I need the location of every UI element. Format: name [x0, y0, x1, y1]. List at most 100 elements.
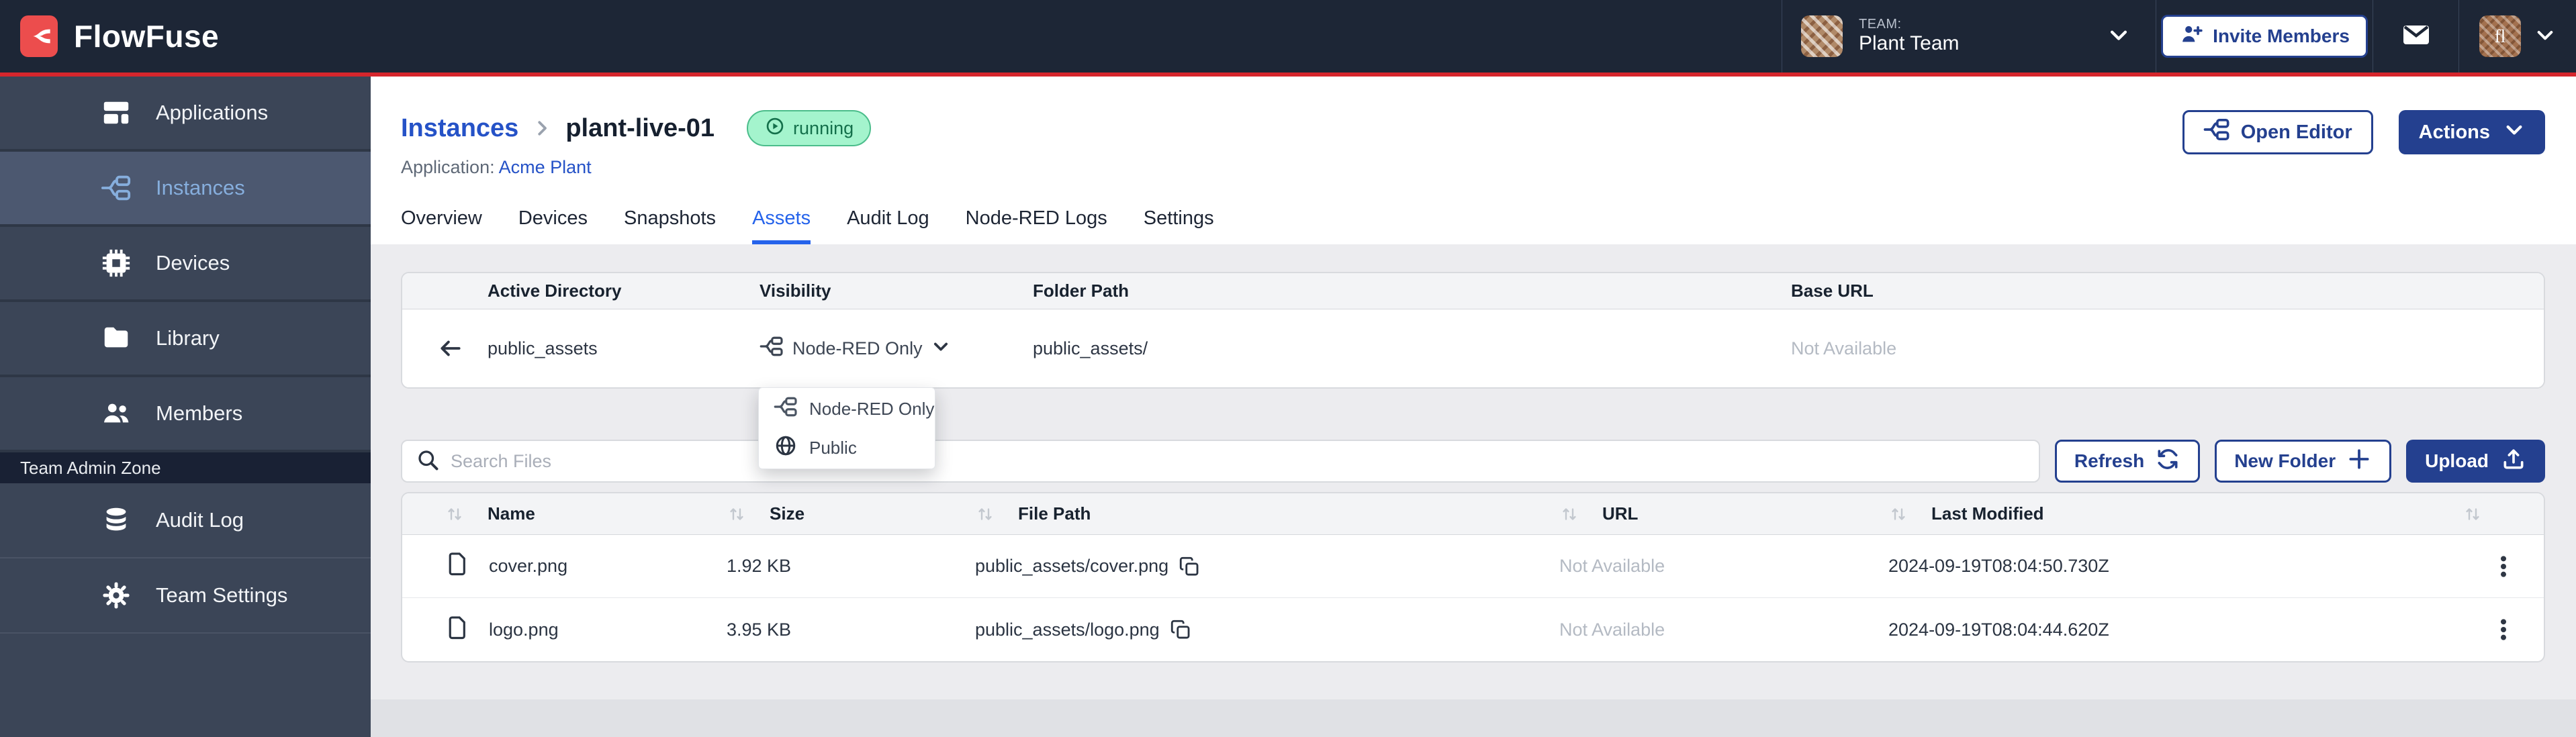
refresh-button[interactable]: Refresh: [2055, 440, 2200, 483]
file-path-cell: public_assets/logo.png: [975, 618, 1559, 641]
search-icon: [416, 448, 440, 475]
col-active-directory: Active Directory: [488, 281, 760, 301]
visibility-value: Node-RED Only: [792, 338, 923, 359]
col-actions[interactable]: [2463, 504, 2544, 524]
user-plus-icon: [2179, 22, 2203, 51]
kebab-menu-icon[interactable]: [2490, 553, 2517, 580]
actions-label: Actions: [2419, 121, 2490, 144]
kebab-menu-icon[interactable]: [2490, 616, 2517, 643]
file-name: cover.png: [489, 556, 567, 577]
play-circle-icon: [764, 115, 786, 142]
sidebar-item-audit-log[interactable]: Audit Log: [0, 483, 371, 558]
brand-name: FlowFuse: [74, 18, 219, 54]
sort-icon[interactable]: [2463, 504, 2483, 524]
col-name[interactable]: Name: [445, 503, 727, 524]
sidebar-item-applications[interactable]: Applications: [0, 77, 371, 152]
col-file-path[interactable]: File Path: [975, 503, 1559, 524]
actions-button[interactable]: Actions: [2399, 110, 2545, 154]
dropdown-option-label: Node-RED Only: [809, 399, 934, 420]
team-meta: TEAM: Plant Team: [1859, 17, 1960, 56]
files-toolbar: Refresh New Folder Upload: [401, 440, 2545, 483]
team-admin-zone-band: Team Admin Zone: [0, 452, 371, 483]
col-size[interactable]: Size: [727, 503, 975, 524]
globe-icon: [774, 434, 798, 462]
copy-icon[interactable]: [1178, 555, 1201, 578]
audit-log-icon: [101, 505, 132, 536]
page-title: plant-live-01: [565, 114, 715, 143]
team-selector[interactable]: TEAM: Plant Team: [1782, 0, 2156, 72]
visibility-select[interactable]: Node-RED Only: [760, 334, 1033, 363]
application-link[interactable]: Acme Plant: [499, 157, 592, 177]
flow-icon: [2203, 116, 2230, 148]
flow-icon: [760, 334, 784, 363]
chevron-down-icon[interactable]: [2534, 24, 2556, 49]
tab-overview[interactable]: Overview: [401, 207, 482, 244]
table-row[interactable]: logo.png 3.95 KB public_assets/logo.png …: [402, 598, 2544, 661]
sidebar-item-label: Instances: [156, 176, 245, 200]
team-avatar: [1801, 15, 1843, 57]
sidebar-item-label: Applications: [156, 101, 268, 125]
team-admin-zone-label: Team Admin Zone: [20, 458, 161, 479]
new-folder-button[interactable]: New Folder: [2215, 440, 2391, 483]
sidebar-item-devices[interactable]: Devices: [0, 227, 371, 302]
sidebar-item-team-settings[interactable]: Team Settings: [0, 558, 371, 634]
team-name: Plant Team: [1859, 32, 1960, 56]
chevron-down-icon: [931, 337, 950, 360]
team-label: TEAM:: [1859, 17, 1960, 32]
col-url[interactable]: URL: [1559, 503, 1888, 524]
invite-members-label: Invite Members: [2213, 26, 2350, 47]
assets-panel: Active Directory Visibility Folder Path …: [371, 244, 2576, 737]
sidebar-item-label: Devices: [156, 251, 230, 275]
sidebar-item-label: Audit Log: [156, 508, 244, 532]
sort-icon[interactable]: [445, 504, 465, 524]
sidebar-item-label: Library: [156, 326, 220, 350]
copy-icon[interactable]: [1169, 618, 1192, 641]
upload-icon: [2501, 446, 2526, 477]
col-base-url: Base URL: [1791, 281, 2544, 301]
notifications-button[interactable]: [2373, 0, 2458, 72]
directory-row: public_assets Node-RED Only public_asset…: [402, 309, 2544, 387]
sidebar-item-members[interactable]: Members: [0, 377, 371, 452]
dropdown-option-public[interactable]: Public: [759, 428, 935, 467]
col-last-modified[interactable]: Last Modified: [1888, 503, 2463, 524]
tab-assets[interactable]: Assets: [752, 207, 811, 244]
file-name-cell: cover.png: [445, 551, 727, 581]
sort-icon[interactable]: [975, 504, 995, 524]
col-label: URL: [1602, 503, 1638, 524]
status-label: running: [793, 118, 854, 139]
chevron-down-icon[interactable]: [2107, 23, 2130, 50]
tab-devices[interactable]: Devices: [518, 207, 588, 244]
sort-icon[interactable]: [727, 504, 747, 524]
library-icon: [101, 323, 132, 354]
user-avatar: fl: [2479, 15, 2521, 57]
dropdown-option-node-red-only[interactable]: Node-RED Only: [759, 389, 935, 428]
files-table-card: Name Size File Path URL: [401, 492, 2545, 662]
sidebar-item-library[interactable]: Library: [0, 302, 371, 377]
sort-icon[interactable]: [1888, 504, 1908, 524]
plus-icon: [2346, 446, 2372, 477]
tab-audit-log[interactable]: Audit Log: [847, 207, 929, 244]
search-input[interactable]: [451, 451, 2025, 472]
tab-snapshots[interactable]: Snapshots: [624, 207, 716, 244]
tab-settings[interactable]: Settings: [1144, 207, 1214, 244]
application-line: Application: Acme Plant: [401, 157, 2545, 178]
main-content: Instances plant-live-01 running Applicat…: [371, 77, 2576, 737]
sort-icon[interactable]: [1559, 504, 1579, 524]
file-name-cell: logo.png: [445, 615, 727, 645]
col-visibility: Visibility: [760, 281, 1033, 301]
breadcrumb-instances-link[interactable]: Instances: [401, 114, 518, 143]
sidebar-item-instances[interactable]: Instances: [0, 152, 371, 227]
upload-button[interactable]: Upload: [2406, 440, 2545, 483]
invite-members-button[interactable]: Invite Members: [2161, 15, 2368, 58]
visibility-dropdown-menu: Node-RED Only Public: [758, 387, 935, 469]
file-last-modified: 2024-09-19T08:04:50.730Z: [1888, 556, 2463, 577]
directory-name: public_assets: [488, 338, 760, 359]
back-arrow-icon[interactable]: [402, 336, 488, 361]
user-menu[interactable]: fl: [2459, 0, 2576, 72]
brand[interactable]: FlowFuse: [0, 0, 219, 72]
file-icon: [445, 551, 470, 581]
open-editor-button[interactable]: Open Editor: [2182, 110, 2373, 154]
table-row[interactable]: cover.png 1.92 KB public_assets/cover.pn…: [402, 535, 2544, 598]
mail-icon: [2400, 19, 2432, 54]
tab-node-red-logs[interactable]: Node-RED Logs: [966, 207, 1107, 244]
